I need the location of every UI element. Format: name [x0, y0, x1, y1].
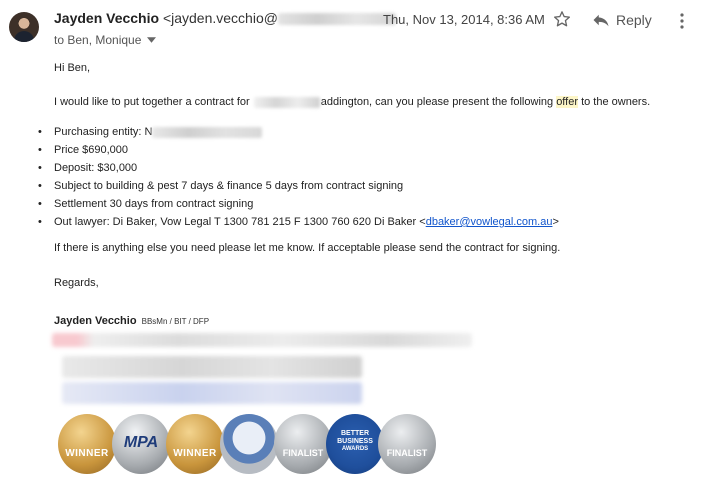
redacted-entity	[152, 126, 263, 138]
list-item: Purchasing entity: N	[38, 123, 559, 141]
sender-line: Jayden Vecchio <jayden.vecchio@	[54, 10, 396, 26]
list-item: Out lawyer: Di Baker, Vow Legal T 1300 7…	[38, 213, 559, 231]
intro-paragraph: I would like to put together a contract …	[54, 95, 650, 109]
award-badge-winner: WINNER	[166, 414, 224, 474]
offer-terms-list: Purchasing entity: N Price $690,000 Depo…	[38, 123, 559, 231]
recipients-label: to Ben, Monique	[54, 33, 142, 47]
sender-email: <jayden.vecchio@	[162, 10, 278, 26]
redacted-email	[277, 13, 396, 26]
sender-avatar[interactable]	[9, 12, 39, 42]
award-badge-mpa: MPA	[112, 414, 170, 474]
award-badge-winner: WINNER	[58, 414, 116, 474]
lawyer-close: >	[552, 216, 559, 228]
greeting: Hi Ben,	[54, 62, 91, 74]
list-item: Subject to building & pest 7 days & fina…	[38, 177, 559, 195]
more-options-icon[interactable]	[678, 12, 686, 30]
lawyer-email-link[interactable]: dbaker@vowlegal.com.au	[426, 216, 553, 228]
recipients-toggle[interactable]: to Ben, Monique	[54, 33, 157, 47]
signature-qualifications: BBsMn / BIT / DFP	[141, 317, 210, 326]
list-item: Settlement 30 days from contract signing	[38, 195, 559, 213]
email-header: Jayden Vecchio <jayden.vecchio@ Thu, Nov…	[0, 0, 710, 52]
chevron-down-icon	[147, 37, 157, 43]
awards-strip: WINNER MPA WINNER FINALIST BETTER BUSINE…	[58, 414, 448, 476]
redacted-signature-line-3	[62, 382, 362, 404]
lawyer-text: Out lawyer: Di Baker, Vow Legal T 1300 7…	[54, 216, 426, 228]
email-date: Thu, Nov 13, 2014, 8:36 AM	[383, 12, 545, 27]
redacted-signature-line-2	[62, 356, 362, 378]
list-item: Price $690,000	[38, 141, 559, 159]
offer-highlight: offer	[556, 96, 578, 108]
reply-button[interactable]: Reply	[592, 9, 652, 31]
award-badge-finalist: FINALIST	[274, 414, 332, 474]
list-item: Deposit: $30,000	[38, 159, 559, 177]
redacted-address	[253, 96, 320, 108]
intro-text-1: I would like to put together a contract …	[54, 96, 250, 108]
closing-line: If there is anything else you need pleas…	[54, 242, 561, 254]
reply-label: Reply	[616, 12, 652, 28]
award-badge-finalist: FINALIST	[378, 414, 436, 474]
signature-name: Jayden Vecchio	[54, 315, 137, 327]
redacted-signature-line-1	[52, 333, 472, 347]
sender-name[interactable]: Jayden Vecchio	[54, 10, 159, 26]
star-icon[interactable]	[553, 10, 571, 28]
signature-name-line: Jayden Vecchio BBsMn / BIT / DFP	[54, 315, 209, 327]
regards: Regards,	[54, 277, 99, 289]
award-badge-better-business: BETTER BUSINESS AWARDS	[326, 414, 384, 474]
intro-text-3: to the owners.	[581, 96, 651, 108]
award-badge-blue-silver	[220, 414, 278, 474]
intro-text-2: addington, can you please present the fo…	[320, 96, 554, 108]
reply-icon	[593, 14, 609, 27]
entity-label: Purchasing entity: N	[54, 126, 153, 138]
